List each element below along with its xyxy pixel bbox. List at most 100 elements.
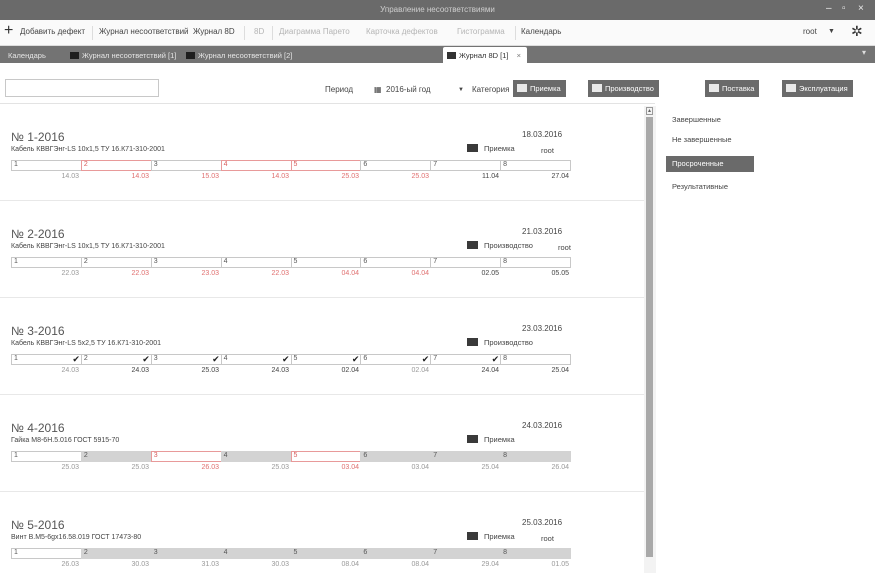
stage-number: 2 xyxy=(83,258,88,265)
stage-cell[interactable]: 8 xyxy=(500,257,571,268)
gear-icon[interactable]: ✲ xyxy=(851,23,863,40)
stage-cell[interactable]: 7 xyxy=(430,257,501,268)
stage-cell[interactable]: 3 xyxy=(150,257,221,268)
stage-cell[interactable]: 8 xyxy=(500,548,571,559)
stage-cell[interactable]: 7 xyxy=(430,160,501,171)
stage-cell[interactable]: 8 xyxy=(500,354,571,365)
stage-dates: 26.03 30.03 31.03 30.03 08.04 08.04 29.04 01.05 xyxy=(11,561,571,571)
histogram-button[interactable]: Гистограмма xyxy=(457,27,505,36)
stage-cell[interactable]: 6 xyxy=(360,257,431,268)
stage-number: 8 xyxy=(503,355,508,362)
chevron-down-icon[interactable]: ▼ xyxy=(828,28,835,35)
record-card[interactable]: № 4-2016 24.03.2016 Гайка М8-6Н.5.016 ГО… xyxy=(0,395,644,492)
stage-cell[interactable]: 1 xyxy=(11,160,81,171)
stage-cell[interactable]: 1 xyxy=(11,257,81,268)
minimize-button[interactable]: – xyxy=(826,3,832,14)
stage-number: 7 xyxy=(433,161,438,168)
category-production-button[interactable]: Производство xyxy=(588,80,659,97)
record-category: Приемка xyxy=(467,144,515,153)
stage-cell[interactable]: 1 xyxy=(11,548,81,559)
scroll-up-icon[interactable]: ▴ xyxy=(646,107,653,115)
stage-cell[interactable]: 5 xyxy=(290,548,361,559)
search-input[interactable] xyxy=(5,79,159,97)
defect-card-button[interactable]: Карточка дефектов xyxy=(366,27,438,36)
status-overdue[interactable]: Просроченные xyxy=(666,156,754,172)
chevron-down-icon[interactable]: ▼ xyxy=(458,87,464,93)
stage-cell[interactable]: 1 xyxy=(11,451,81,462)
scrollbar-thumb[interactable] xyxy=(646,117,653,557)
calendar-icon[interactable]: ▦ xyxy=(374,85,382,94)
stage-date: 25.04 xyxy=(481,464,499,471)
stage-date: 02.04 xyxy=(411,367,429,374)
tab-journal-8d[interactable]: Журнал 8D [1] × xyxy=(443,47,527,63)
stage-cell[interactable]: 5 xyxy=(290,451,361,462)
category-supply-button[interactable]: Поставка xyxy=(705,80,760,97)
stage-cell[interactable]: 4 xyxy=(220,451,291,462)
record-card[interactable]: № 5-2016 25.03.2016 Винт В.М5-6gх16.58.0… xyxy=(0,492,644,573)
stage-cell[interactable]: 4 xyxy=(220,160,291,171)
record-card[interactable]: № 3-2016 23.03.2016 Кабель КВВГЭнг-LS 5х… xyxy=(0,298,644,395)
status-effective[interactable]: Результативные xyxy=(666,179,734,195)
stage-cell[interactable]: 5 xyxy=(290,160,361,171)
checkmark-icon: ✔ xyxy=(421,354,430,364)
window-title: Управление несоответствиями xyxy=(380,5,495,14)
stage-cell[interactable]: 4 xyxy=(220,548,291,559)
records-list: № 1-2016 18.03.2016 Кабель КВВГЭнг-LS 10… xyxy=(0,104,644,573)
stage-cell[interactable]: 2 xyxy=(80,548,151,559)
category-acceptance-button[interactable]: Приемка xyxy=(513,80,566,97)
stage-cell[interactable]: 3 ✔ xyxy=(150,354,221,365)
stage-date: 25.03 xyxy=(271,464,289,471)
truck-icon xyxy=(517,84,527,92)
stage-cell[interactable]: 8 xyxy=(500,160,571,171)
plus-icon[interactable]: + xyxy=(4,22,13,40)
stage-cell[interactable]: 8 xyxy=(500,451,571,462)
close-tab-icon[interactable]: × xyxy=(517,51,521,60)
stage-cell[interactable]: 3 xyxy=(150,160,221,171)
stage-cell[interactable]: 4 xyxy=(220,257,291,268)
stage-cell[interactable]: 6 ✔ xyxy=(360,354,431,365)
stage-number: 4 xyxy=(223,549,228,556)
tabs-menu-icon[interactable]: ▾ xyxy=(862,48,866,57)
stage-cell[interactable]: 5 xyxy=(290,257,361,268)
factory-icon xyxy=(592,84,602,92)
stage-cell[interactable]: 7 xyxy=(430,548,501,559)
stage-cell[interactable]: 6 xyxy=(360,160,431,171)
nonconformity-journal-button[interactable]: Журнал несоответствий xyxy=(99,27,189,36)
status-completed[interactable]: Завершенные xyxy=(666,112,727,128)
record-card[interactable]: № 1-2016 18.03.2016 Кабель КВВГЭнг-LS 10… xyxy=(0,104,644,201)
stage-cell[interactable]: 6 xyxy=(360,548,431,559)
stage-cell[interactable]: 2 xyxy=(80,160,151,171)
stage-cell[interactable]: 5 ✔ xyxy=(290,354,361,365)
stage-cell[interactable]: 6 xyxy=(360,451,431,462)
close-button[interactable]: × xyxy=(858,3,864,14)
stage-cell[interactable]: 2 xyxy=(80,451,151,462)
status-not-completed[interactable]: Не завершенные xyxy=(666,132,738,148)
stage-cell[interactable]: 2 ✔ xyxy=(80,354,151,365)
stage-cell[interactable]: 3 xyxy=(150,548,221,559)
maximize-button[interactable]: ▫ xyxy=(842,3,846,14)
add-defect-button[interactable]: Добавить дефект xyxy=(20,27,85,36)
8d-button[interactable]: 8D xyxy=(254,27,264,36)
stage-cell[interactable]: 4 ✔ xyxy=(220,354,291,365)
tab-nonconformity-journal-1[interactable]: Журнал несоответствий [1] xyxy=(70,47,176,63)
list-scrollbar[interactable]: ▴ xyxy=(644,106,656,573)
stage-number: 8 xyxy=(503,452,508,459)
category-operation-button[interactable]: Эксплуатация xyxy=(782,80,853,97)
tab-calendar[interactable]: Календарь xyxy=(8,47,46,63)
stage-cell[interactable]: 7 ✔ xyxy=(430,354,501,365)
stage-cell[interactable]: 3 xyxy=(150,451,221,462)
record-category: Производство xyxy=(467,338,533,347)
record-card[interactable]: № 2-2016 21.03.2016 Кабель КВВГЭнг-LS 10… xyxy=(0,201,644,298)
journal-8d-button[interactable]: Журнал 8D xyxy=(193,27,235,36)
stage-cell[interactable]: 1 ✔ xyxy=(11,354,81,365)
user-menu[interactable]: root xyxy=(803,27,817,36)
period-select[interactable]: 2016-ый год xyxy=(386,85,431,94)
stage-cell[interactable]: 2 xyxy=(80,257,151,268)
stage-bar: 1 2 3 4 5 6 7 8 xyxy=(11,160,571,171)
calendar-button[interactable]: Календарь xyxy=(521,27,561,36)
record-user: root xyxy=(558,243,571,252)
stage-cell[interactable]: 7 xyxy=(430,451,501,462)
category-button-label: Эксплуатация xyxy=(799,84,848,93)
pareto-chart-button[interactable]: Диаграмма Парето xyxy=(279,27,350,36)
tab-nonconformity-journal-2[interactable]: Журнал несоответствий [2] xyxy=(186,47,292,63)
